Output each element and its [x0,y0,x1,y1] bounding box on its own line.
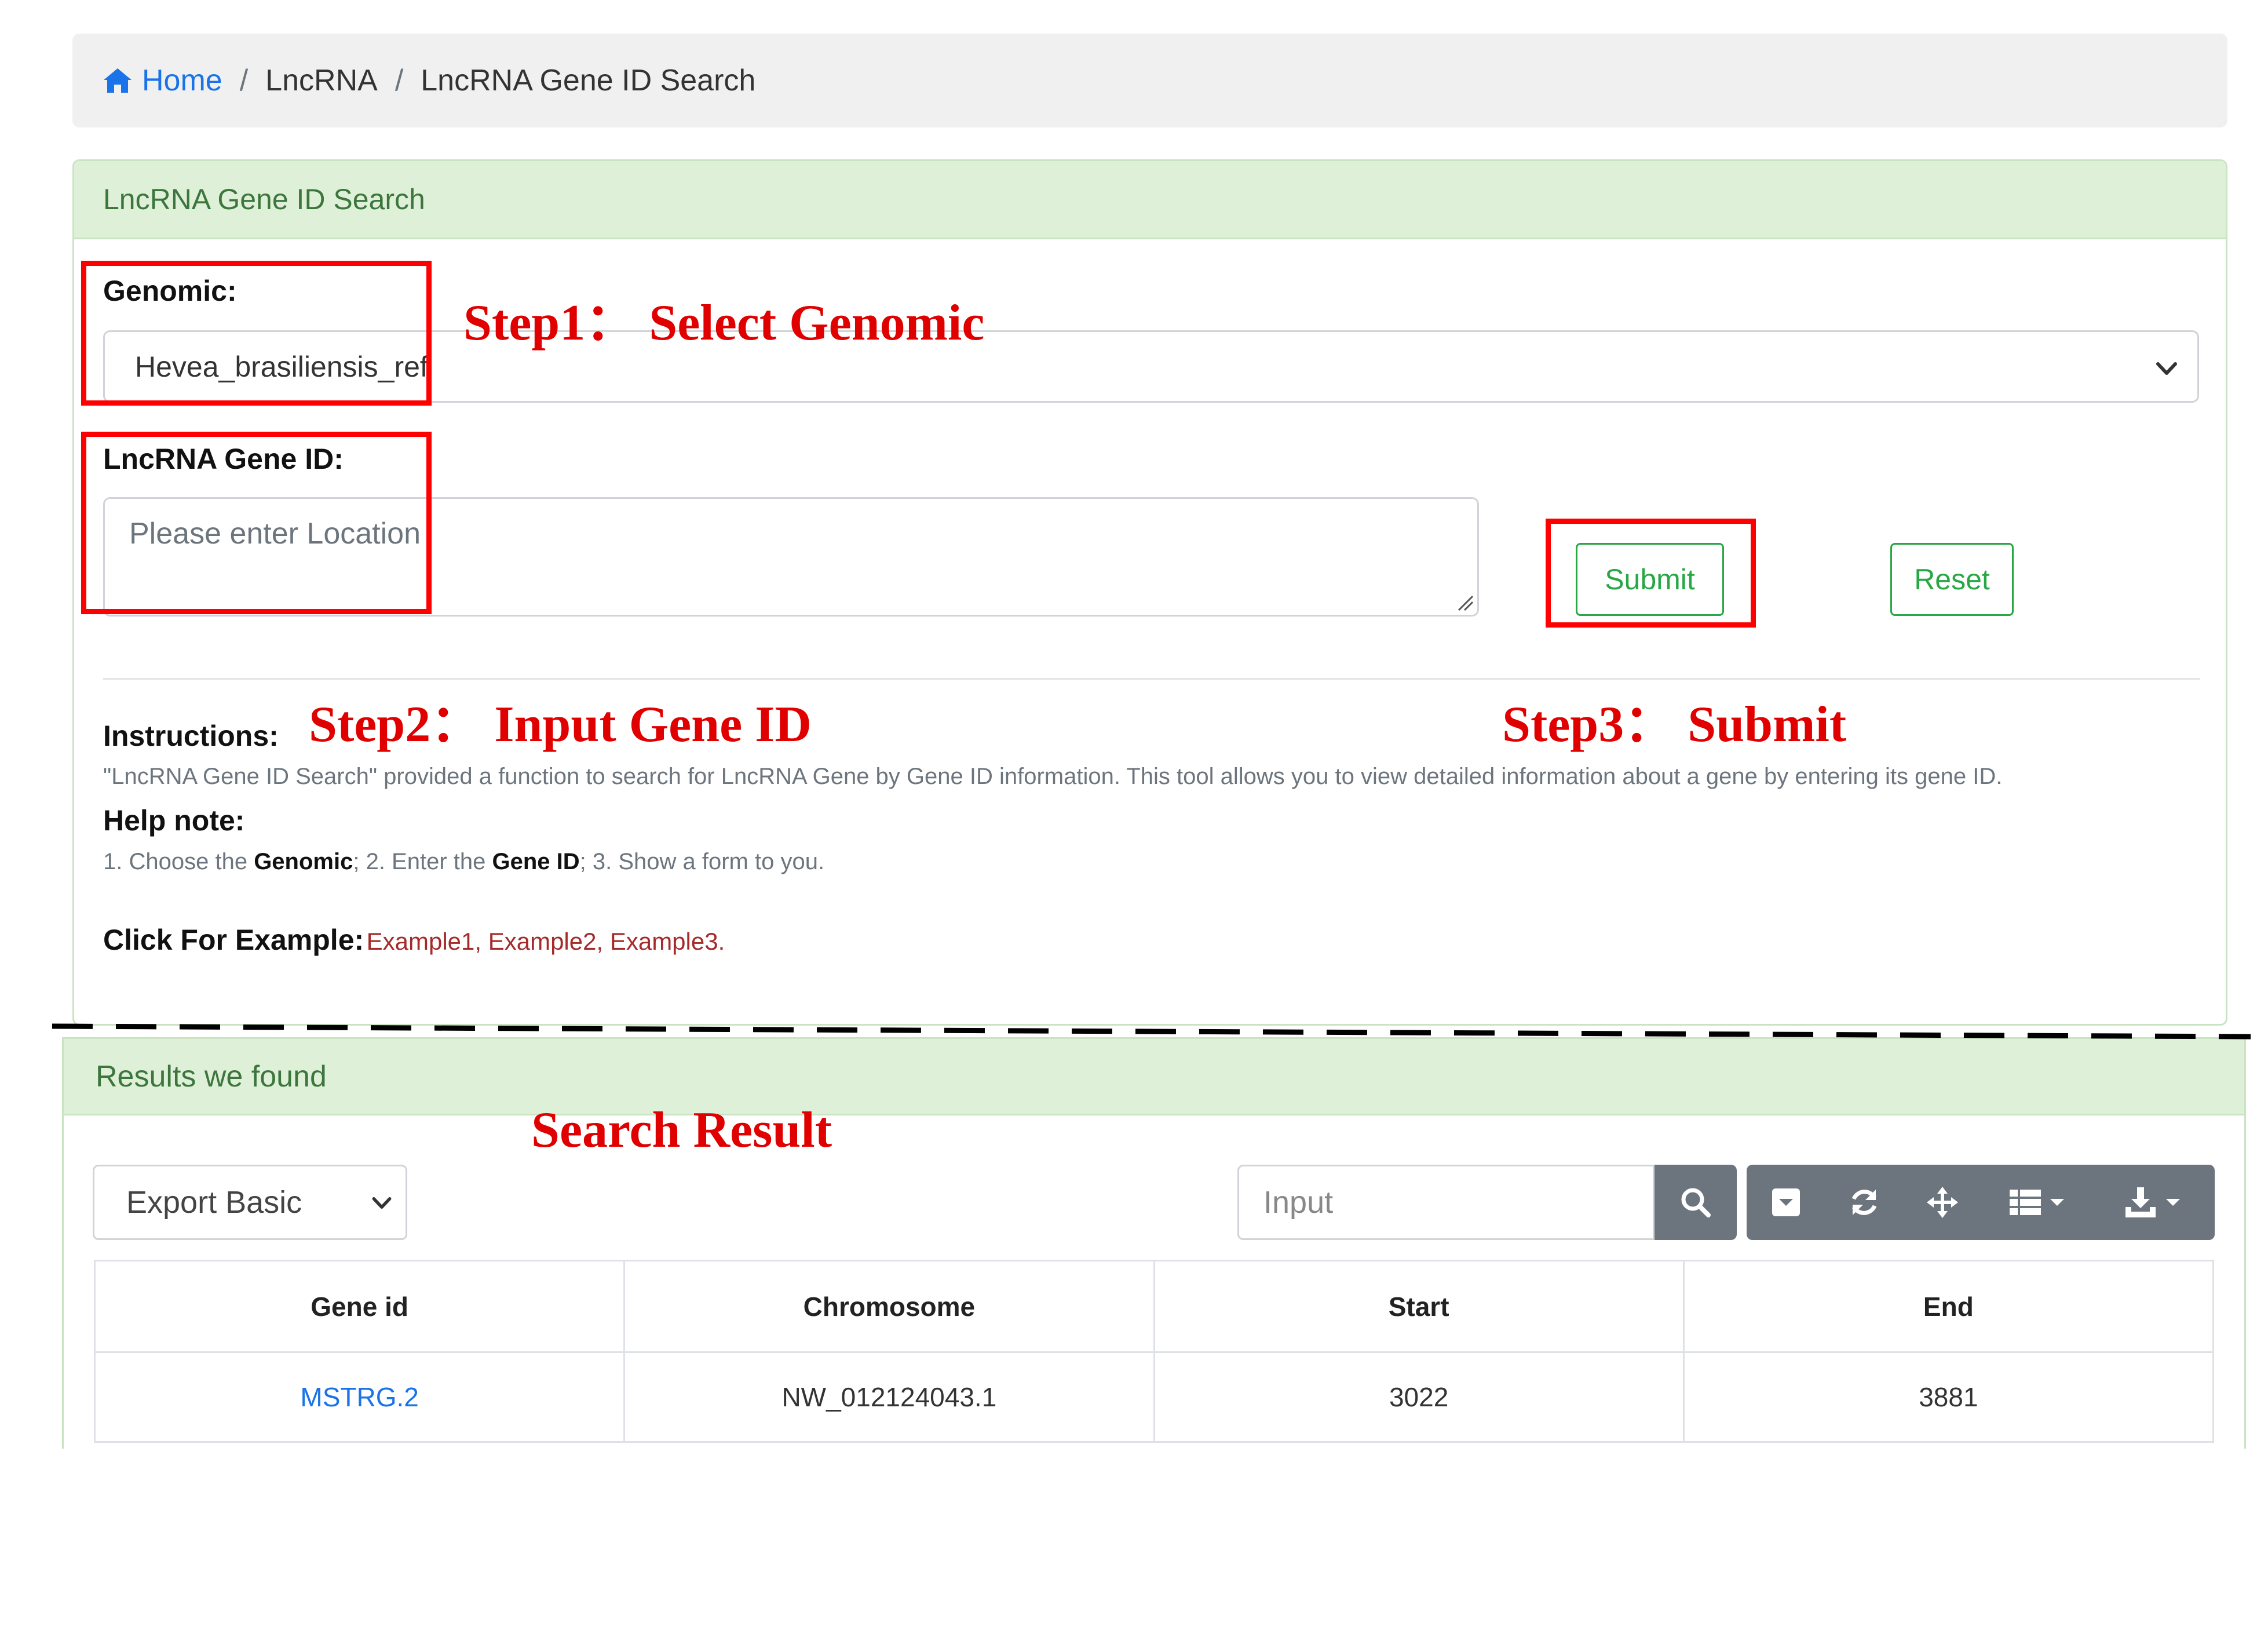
help-note-text: 1. Choose the Genomic; 2. Enter the Gene… [103,849,824,875]
help-text-part: ; 2. Enter the [353,849,492,874]
instructions-title: Instructions: [103,720,279,752]
breadcrumb-separator: / [395,64,404,97]
dashed-separator [52,1023,2251,1040]
help-text-genomic: Genomic [254,849,353,874]
cell-gene-id: MSTRG.2 [93,1351,626,1443]
fullscreen-move-icon [1926,1187,1958,1218]
cell-end: 3881 [1682,1351,2215,1443]
home-icon[interactable] [103,67,133,94]
column-header-gene-id[interactable]: Gene id [93,1260,626,1353]
chevron-down-icon [372,1197,392,1209]
search-panel-title: LncRNA Gene ID Search [74,161,2226,239]
step1-highlight-box [81,261,432,406]
step3-highlight-box [1546,519,1756,628]
example-link-1[interactable]: Example1 [367,928,475,955]
export-select[interactable]: Export Basic [93,1165,407,1240]
toggle-pagination-button[interactable] [1747,1165,1825,1240]
example-separator: , [596,928,610,955]
toggle-pagination-icon [1772,1188,1800,1216]
step3-annotation: Step3： Submit [1502,697,1847,753]
example-separator: . [718,928,725,955]
instructions-text: "LncRNA Gene ID Search" provided a funct… [103,764,2003,789]
export-select-value: Export Basic [126,1185,302,1220]
divider [103,678,2200,680]
refresh-button[interactable] [1825,1165,1903,1240]
table-row: MSTRG.2 NW_012124043.1 3022 3881 [93,1351,2215,1443]
column-header-chromosome[interactable]: Chromosome [623,1260,1155,1353]
refresh-icon [1851,1190,1876,1215]
table-search-placeholder: Input [1263,1185,1334,1220]
column-header-end[interactable]: End [1682,1260,2215,1353]
step2-highlight-box [81,432,432,614]
breadcrumb-home-link[interactable]: Home [142,63,222,98]
resize-handle-icon[interactable] [1455,593,1474,611]
breadcrumb: Home / LncRNA / LncRNA Gene ID Search [72,34,2227,127]
help-text-part: ; 3. Show a form to you. [579,849,825,874]
cell-chromosome: NW_012124043.1 [623,1351,1155,1443]
help-text-part: 1. Choose the [103,849,254,874]
export-download-icon [2125,1187,2180,1217]
example-title: Click For Example: [103,924,364,956]
columns-button[interactable] [1981,1165,2097,1240]
step1-annotation: Step1： Select Genomic [463,295,985,351]
table-header-row: Gene id Chromosome Start End [93,1260,2215,1353]
examples-row: Click For Example: Example1, Example2, E… [103,923,725,957]
step2-annotation: Step2： Input Gene ID [309,697,812,753]
example-link-3[interactable]: Example3 [610,928,718,955]
columns-icon [2010,1190,2064,1215]
help-note-title: Help note: [103,804,245,837]
export-button[interactable] [2097,1165,2213,1240]
example-link-2[interactable]: Example2 [488,928,597,955]
table-toolbar [1747,1165,2215,1240]
cell-start: 3022 [1153,1351,1685,1443]
search-result-annotation: Search Result [531,1102,832,1158]
fullscreen-button[interactable] [1903,1165,1981,1240]
table-search-input[interactable]: Input [1237,1165,1655,1240]
example-separator: , [474,928,488,955]
reset-button[interactable]: Reset [1890,543,2014,616]
column-header-start[interactable]: Start [1153,1260,1685,1353]
breadcrumb-current: LncRNA Gene ID Search [421,64,756,97]
chevron-down-icon [2156,362,2177,375]
breadcrumb-lncrna[interactable]: LncRNA [265,63,378,98]
breadcrumb-separator: / [239,64,249,97]
results-panel-title: Results we found [64,1037,2244,1115]
search-icon [1681,1188,1711,1217]
help-text-gene-id: Gene ID [492,849,580,874]
table-search-button[interactable] [1655,1165,1737,1240]
results-table: Gene id Chromosome Start End MSTRG.2 NW_… [93,1260,2215,1443]
gene-id-link[interactable]: MSTRG.2 [300,1382,418,1412]
